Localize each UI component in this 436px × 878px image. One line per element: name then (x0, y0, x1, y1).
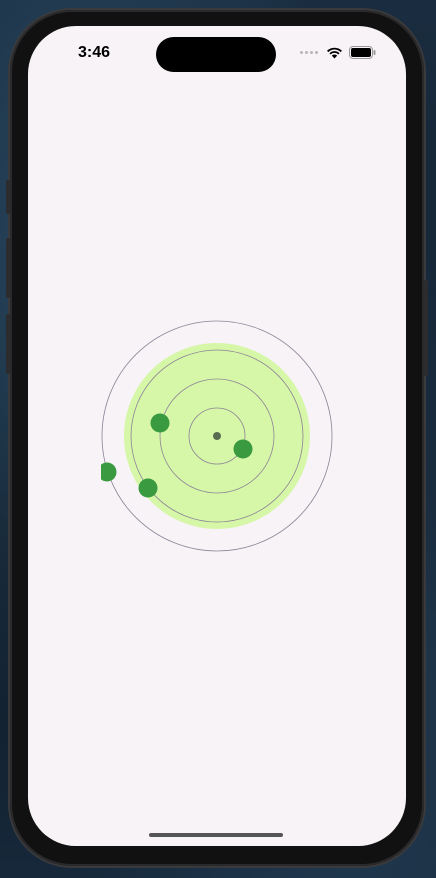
wifi-icon (327, 47, 342, 58)
status-icons (300, 46, 376, 59)
status-time: 3:46 (78, 44, 111, 61)
radar-center-dot (213, 432, 221, 440)
radar-marker[interactable] (150, 413, 170, 433)
power-button (424, 280, 428, 376)
dynamic-island (156, 37, 276, 72)
radar-view (101, 320, 333, 552)
radar-marker[interactable] (138, 478, 158, 498)
signal-dots-icon (300, 51, 318, 54)
home-indicator[interactable] (149, 833, 283, 837)
volume-down-button (6, 314, 10, 374)
app-screen: 3:46 (28, 26, 406, 846)
volume-up-button (6, 238, 10, 298)
radar-marker[interactable] (233, 439, 253, 459)
battery-icon (349, 46, 376, 59)
radar-marker[interactable] (101, 462, 117, 482)
action-button (6, 180, 10, 214)
